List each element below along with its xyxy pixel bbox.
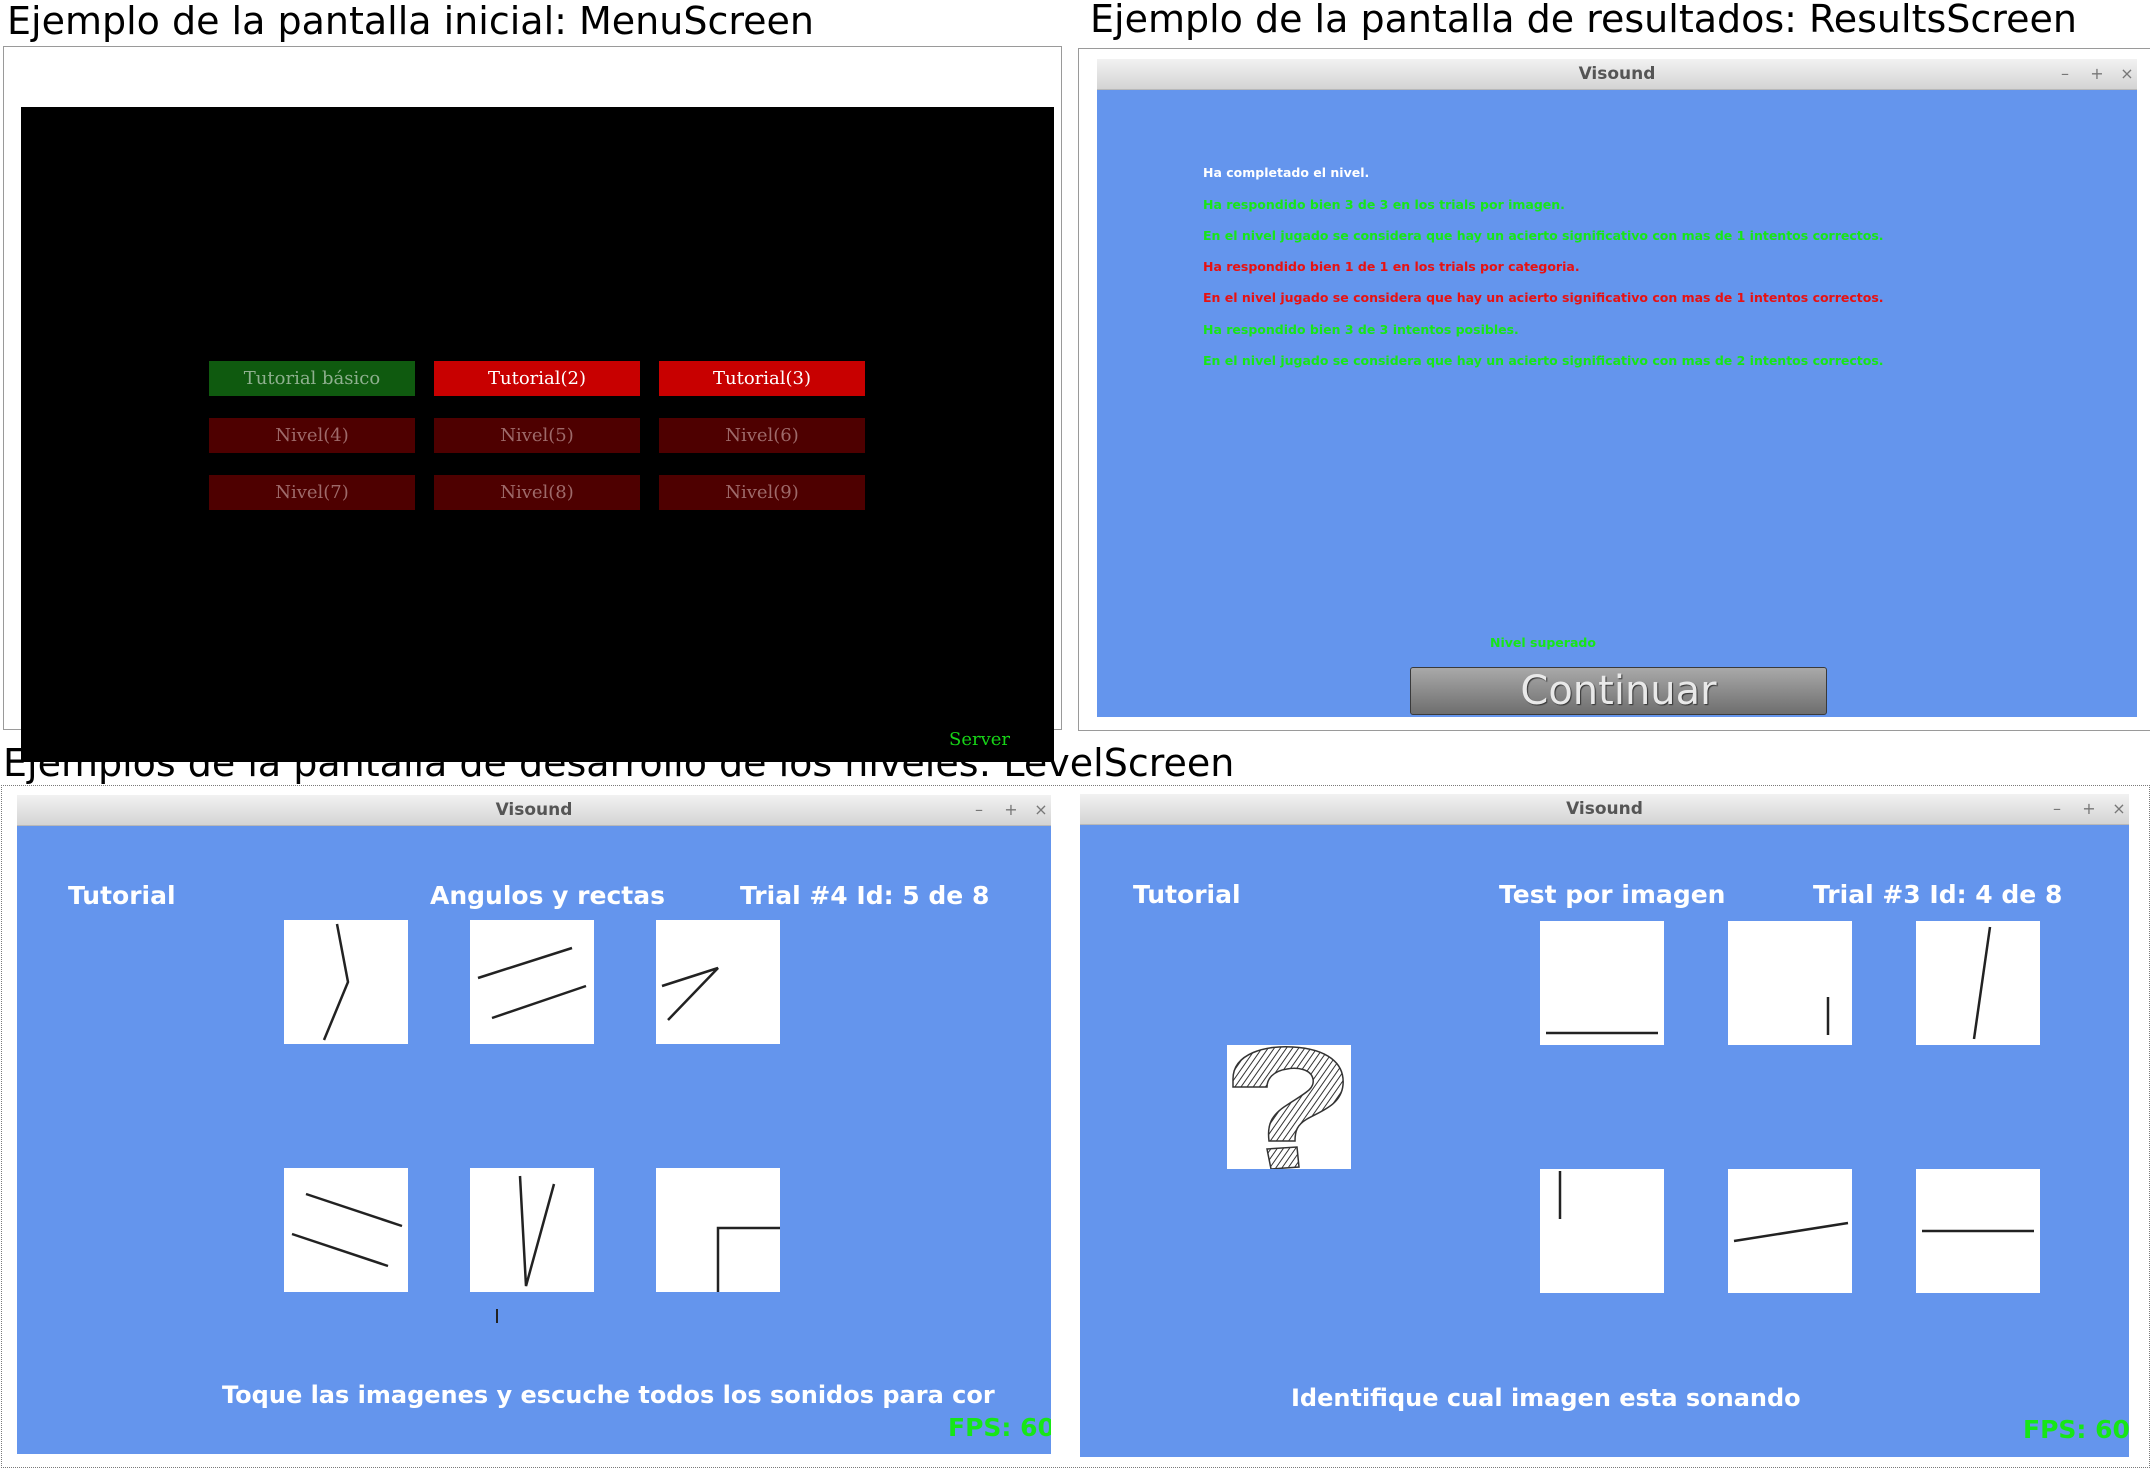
tick-mark: [496, 1309, 498, 1323]
slanted-line-icon: [1733, 1221, 1849, 1243]
image-tile-right-angle[interactable]: [656, 1168, 780, 1292]
acute-angle-icon: [661, 966, 719, 1021]
trial-counter: Trial #3 Id: 4 de 8: [1813, 880, 2063, 909]
image-tile-acute-angle[interactable]: [656, 920, 780, 1044]
server-label: Server: [949, 729, 1011, 750]
result-line-image-score: Ha respondido bien 3 de 3 en los trials …: [1203, 197, 1565, 212]
maximize-button[interactable]: +: [2087, 63, 2107, 85]
result-line-image-threshold: En el nivel jugado se considera que hay …: [1203, 228, 1884, 243]
menu-button-nivel-4[interactable]: Nivel(4): [209, 418, 415, 453]
menu-button-nivel-9[interactable]: Nivel(9): [659, 475, 865, 510]
menu-button-nivel-5[interactable]: Nivel(5): [434, 418, 640, 453]
results-screen-frame: Visound – + × Ha completado el nivel. Ha…: [1078, 48, 2150, 731]
window-title: Visound: [495, 800, 573, 820]
image-tile-vertical-top[interactable]: [1540, 1169, 1664, 1293]
right-angle-icon: [716, 1226, 780, 1292]
titlebar: Visound – + ×: [17, 795, 1051, 826]
instruction-text: Toque las imagenes y escuche todos los s…: [222, 1381, 995, 1409]
window-title: Visound: [1578, 64, 1656, 84]
narrow-angle-icon: [518, 1175, 556, 1287]
image-tile-horizontal[interactable]: [1916, 1169, 2040, 1293]
continue-button[interactable]: Continuar: [1410, 667, 1827, 715]
close-button[interactable]: ×: [2117, 63, 2137, 85]
image-tile-descending-lines[interactable]: [284, 1168, 408, 1292]
image-tile-tilted-vertical[interactable]: [1916, 921, 2040, 1045]
menu-canvas: Tutorial básico Tutorial(2) Tutorial(3) …: [21, 107, 1054, 762]
mode-label: Tutorial: [68, 881, 176, 910]
instruction-text: Identifique cual imagen esta sonando: [1291, 1384, 1801, 1412]
level-window-tutorial: Visound – + × Tutorial Angulos y rectas …: [17, 795, 1051, 1454]
question-mark-icon: [1232, 1045, 1344, 1169]
question-tile: [1227, 1045, 1351, 1169]
minimize-button[interactable]: –: [2047, 798, 2067, 820]
menu-button-tutorial-basico[interactable]: Tutorial básico: [209, 361, 415, 396]
image-tile-angle[interactable]: [284, 920, 408, 1044]
menu-button-tutorial-3[interactable]: Tutorial(3): [659, 361, 865, 396]
close-button[interactable]: ×: [2109, 798, 2129, 820]
minimize-button[interactable]: –: [2055, 63, 2075, 85]
menu-button-nivel-8[interactable]: Nivel(8): [434, 475, 640, 510]
result-line-category-score: Ha respondido bien 1 de 1 en los trials …: [1203, 259, 1580, 274]
caption-results-screen: Ejemplo de la pantalla de resultados: Re…: [1090, 0, 2077, 41]
menu-button-nivel-7[interactable]: Nivel(7): [209, 475, 415, 510]
trial-counter: Trial #4 Id: 5 de 8: [740, 881, 990, 910]
close-button[interactable]: ×: [1031, 799, 1051, 821]
fps-counter: FPS: 60: [2023, 1415, 2129, 1444]
horizontal-line-icon: [1922, 1229, 2034, 1233]
result-line-completed: Ha completado el nivel.: [1203, 165, 1370, 180]
level-screens-frame: Visound – + × Tutorial Angulos y rectas …: [1, 785, 2150, 1468]
image-tile-short-vertical[interactable]: [1728, 921, 1852, 1045]
parallel-lines-icon: [477, 946, 587, 1020]
window-title: Visound: [1566, 799, 1643, 819]
result-line-total-threshold: En el nivel jugado se considera que hay …: [1203, 353, 1884, 368]
descending-lines-icon: [291, 1192, 403, 1268]
bent-line-icon: [322, 923, 350, 1041]
result-line-category-threshold: En el nivel jugado se considera que hay …: [1203, 290, 1884, 305]
level-window-test: Visound – + × Tutorial Test por imagen T…: [1080, 794, 2129, 1457]
level-name: Test por imagen: [1499, 880, 1726, 909]
level-name: Angulos y rectas: [430, 881, 665, 910]
maximize-button[interactable]: +: [2079, 798, 2099, 820]
image-tile-parallel-lines[interactable]: [470, 920, 594, 1044]
result-line-total-score: Ha respondido bien 3 de 3 intentos posib…: [1203, 322, 1519, 337]
horizontal-line-icon: [1546, 1031, 1658, 1035]
caption-menu-screen: Ejemplo de la pantalla inicial: MenuScre…: [7, 0, 814, 43]
image-tile-slanted[interactable]: [1728, 1169, 1852, 1293]
titlebar: Visound – + ×: [1080, 794, 2129, 825]
short-vertical-line-icon: [1826, 997, 1830, 1035]
image-tile-horizontal-bottom[interactable]: [1540, 921, 1664, 1045]
menu-screen-frame: Tutorial básico Tutorial(2) Tutorial(3) …: [3, 46, 1062, 762]
level-status: Nivel superado: [1490, 635, 1596, 650]
menu-button-nivel-6[interactable]: Nivel(6): [659, 418, 865, 453]
vertical-line-icon: [1558, 1171, 1562, 1219]
menu-button-tutorial-2[interactable]: Tutorial(2): [434, 361, 640, 396]
image-tile-narrow-angle[interactable]: [470, 1168, 594, 1292]
maximize-button[interactable]: +: [1001, 799, 1021, 821]
tilted-line-icon: [1972, 926, 1992, 1040]
mode-label: Tutorial: [1133, 880, 1241, 909]
results-window: Visound – + × Ha completado el nivel. Ha…: [1097, 59, 2137, 717]
fps-counter: FPS: 60: [948, 1413, 1051, 1442]
titlebar: Visound – + ×: [1097, 59, 2137, 90]
minimize-button[interactable]: –: [969, 799, 989, 821]
